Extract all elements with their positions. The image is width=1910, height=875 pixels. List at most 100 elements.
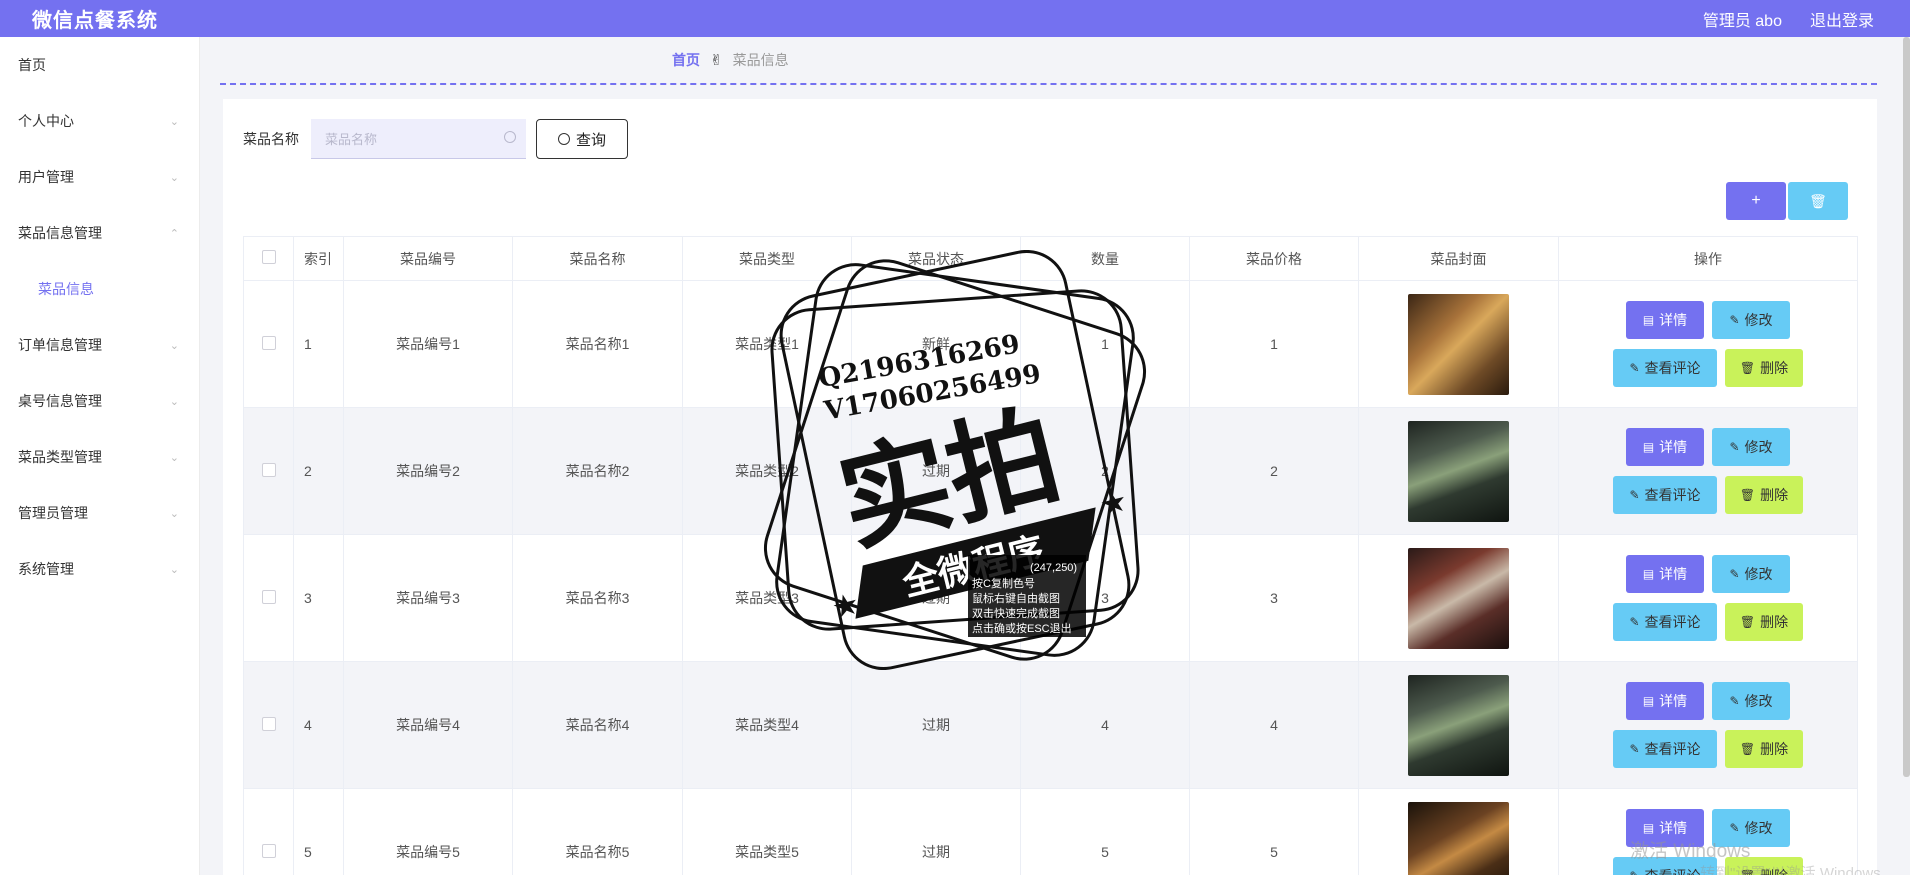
sidebar-item-label: 桌号信息管理 (18, 393, 102, 409)
row-checkbox[interactable] (261, 335, 276, 350)
detail-button[interactable]: ▤ 详情 (1626, 555, 1704, 593)
column-header: 菜品编号 (343, 236, 513, 281)
row-select-cell[interactable] (243, 534, 294, 662)
row-select-cell[interactable] (243, 788, 294, 875)
cell-cover (1358, 534, 1559, 662)
breadcrumb-home[interactable]: 首页 (672, 50, 700, 70)
cell-name: 菜品名称1 (512, 280, 683, 408)
row-checkbox[interactable] (261, 843, 276, 858)
sidebar-item-personal-center[interactable]: 个人中心 ⌄ (0, 93, 199, 149)
select-all-checkbox[interactable] (261, 250, 276, 264)
sidebar-item-home[interactable]: 首页 (0, 37, 199, 93)
row-select-cell[interactable] (243, 407, 294, 535)
select-all-header[interactable] (243, 236, 294, 281)
edit-button[interactable]: ✎ 修改 (1712, 682, 1790, 720)
sidebar-item-dish-type-management[interactable]: 菜品类型管理 ⌄ (0, 429, 199, 485)
sidebar-item-label: 个人中心 (18, 113, 74, 129)
delete-label: 删除 (1760, 614, 1789, 630)
query-button[interactable]: 查询 (536, 119, 628, 159)
row-checkbox[interactable] (261, 462, 276, 477)
edit-button[interactable]: ✎ 修改 (1712, 301, 1790, 339)
hand-icon: ✌ (710, 52, 723, 69)
document-icon: ▤ (1642, 313, 1655, 327)
add-button[interactable]: + (1726, 182, 1786, 220)
sidebar-item-table-management[interactable]: 桌号信息管理 ⌄ (0, 373, 199, 429)
chevron-down-icon: ⌄ (169, 339, 179, 352)
view-comments-button[interactable]: ✎ 查看评论 (1613, 476, 1717, 514)
column-header: 菜品状态 (851, 236, 1021, 281)
batch-delete-button[interactable]: 🗑 (1788, 182, 1848, 220)
detail-button[interactable]: ▤ 详情 (1626, 301, 1704, 339)
sidebar-item-order-management[interactable]: 订单信息管理 ⌄ (0, 317, 199, 373)
breadcrumb: 首页 ✌ 菜品信息 (220, 37, 1877, 85)
detail-label: 详情 (1659, 693, 1688, 709)
admin-user-label[interactable]: 管理员 abo (1703, 7, 1782, 31)
detail-button[interactable]: ▤ 详情 (1626, 428, 1704, 466)
trash-icon: 🗑 (1739, 488, 1756, 502)
dish-cover-image[interactable] (1408, 801, 1509, 875)
pencil-icon: ✎ (1629, 361, 1640, 375)
row-select-cell[interactable] (243, 661, 294, 789)
cell-status: 新鲜 (851, 280, 1021, 408)
cell-code: 菜品编号1 (343, 280, 513, 408)
column-header: 菜品封面 (1358, 236, 1559, 281)
cell-index: 1 (293, 280, 344, 408)
comment-label: 查看评论 (1644, 487, 1701, 503)
sidebar-item-admin-management[interactable]: 管理员管理 ⌄ (0, 485, 199, 541)
content-panel: 菜品名称 菜品名称 查询 + 🗑 索引 菜品编号 菜品名称 菜品类型 菜品状态 … (223, 99, 1877, 875)
cell-price: 3 (1189, 534, 1359, 662)
detail-label: 详情 (1659, 439, 1688, 455)
delete-button[interactable]: 🗑 删除 (1725, 476, 1803, 514)
cell-qty: 3 (1020, 534, 1190, 662)
sidebar-subitem-dish-info[interactable]: 菜品信息 (0, 261, 199, 317)
edit-button[interactable]: ✎ 修改 (1712, 555, 1790, 593)
delete-button[interactable]: 🗑 删除 (1725, 349, 1803, 387)
view-comments-button[interactable]: ✎ 查看评论 (1613, 349, 1717, 387)
detail-label: 详情 (1659, 820, 1688, 836)
view-comments-button[interactable]: ✎ 查看评论 (1613, 730, 1717, 768)
pencil-icon: ✎ (1729, 821, 1740, 835)
row-checkbox[interactable] (261, 716, 276, 731)
search-input[interactable]: 菜品名称 (311, 119, 526, 159)
cell-qty: 4 (1020, 661, 1190, 789)
sidebar-item-label: 菜品类型管理 (18, 449, 102, 465)
cell-actions: ▤ 详情 ✎ 修改 ✎ 查看评论 🗑 删除 (1558, 407, 1858, 535)
detail-button[interactable]: ▤ 详情 (1626, 682, 1704, 720)
trash-icon: 🗑 (1809, 192, 1827, 209)
chevron-down-icon: ⌄ (169, 395, 179, 408)
document-icon: ▤ (1642, 440, 1655, 454)
cell-type: 菜品类型5 (682, 788, 852, 875)
view-comments-button[interactable]: ✎ 查看评论 (1613, 603, 1717, 641)
app-title: 微信点餐系统 (32, 10, 158, 32)
cell-code: 菜品编号3 (343, 534, 513, 662)
sidebar-item-user-management[interactable]: 用户管理 ⌄ (0, 149, 199, 205)
dish-cover-image[interactable] (1408, 547, 1509, 649)
table-row: 2 菜品编号2 菜品名称2 菜品类型2 过期 2 2 ▤ 详情 ✎ 修改 ✎ 查… (243, 407, 1858, 535)
cell-name: 菜品名称5 (512, 788, 683, 875)
cell-type: 菜品类型3 (682, 534, 852, 662)
delete-button[interactable]: 🗑 删除 (1725, 730, 1803, 768)
edit-label: 修改 (1744, 439, 1773, 455)
delete-button[interactable]: 🗑 删除 (1725, 603, 1803, 641)
table-row: 5 菜品编号5 菜品名称5 菜品类型5 过期 5 5 ▤ 详情 ✎ 修改 (243, 788, 1858, 875)
pencil-icon: ✎ (1729, 313, 1740, 327)
column-header: 菜品名称 (512, 236, 683, 281)
cell-actions: ▤ 详情 ✎ 修改 ✎ 查看评论 🗑 删除 (1558, 661, 1858, 789)
document-icon: ▤ (1642, 821, 1655, 835)
comment-label: 查看评论 (1644, 741, 1701, 757)
logout-link[interactable]: 退出登录 (1810, 7, 1874, 31)
table-row: 1 菜品编号1 菜品名称1 菜品类型1 新鲜 1 1 ▤ 详情 ✎ 修改 ✎ 查… (243, 280, 1858, 408)
vertical-scrollbar[interactable] (1903, 37, 1910, 777)
edit-button[interactable]: ✎ 修改 (1712, 428, 1790, 466)
dish-cover-image[interactable] (1408, 420, 1509, 522)
dish-cover-image[interactable] (1408, 674, 1509, 776)
row-checkbox[interactable] (261, 589, 276, 604)
chevron-down-icon: ⌄ (169, 451, 179, 464)
pencil-icon: ✎ (1629, 742, 1640, 756)
document-icon: ▤ (1642, 567, 1655, 581)
sidebar-item-system-management[interactable]: 系统管理 ⌄ (0, 541, 199, 597)
row-select-cell[interactable] (243, 280, 294, 408)
dish-cover-image[interactable] (1408, 293, 1509, 395)
sidebar-item-dish-management[interactable]: 菜品信息管理 ⌃ (0, 205, 199, 261)
cell-cover (1358, 280, 1559, 408)
